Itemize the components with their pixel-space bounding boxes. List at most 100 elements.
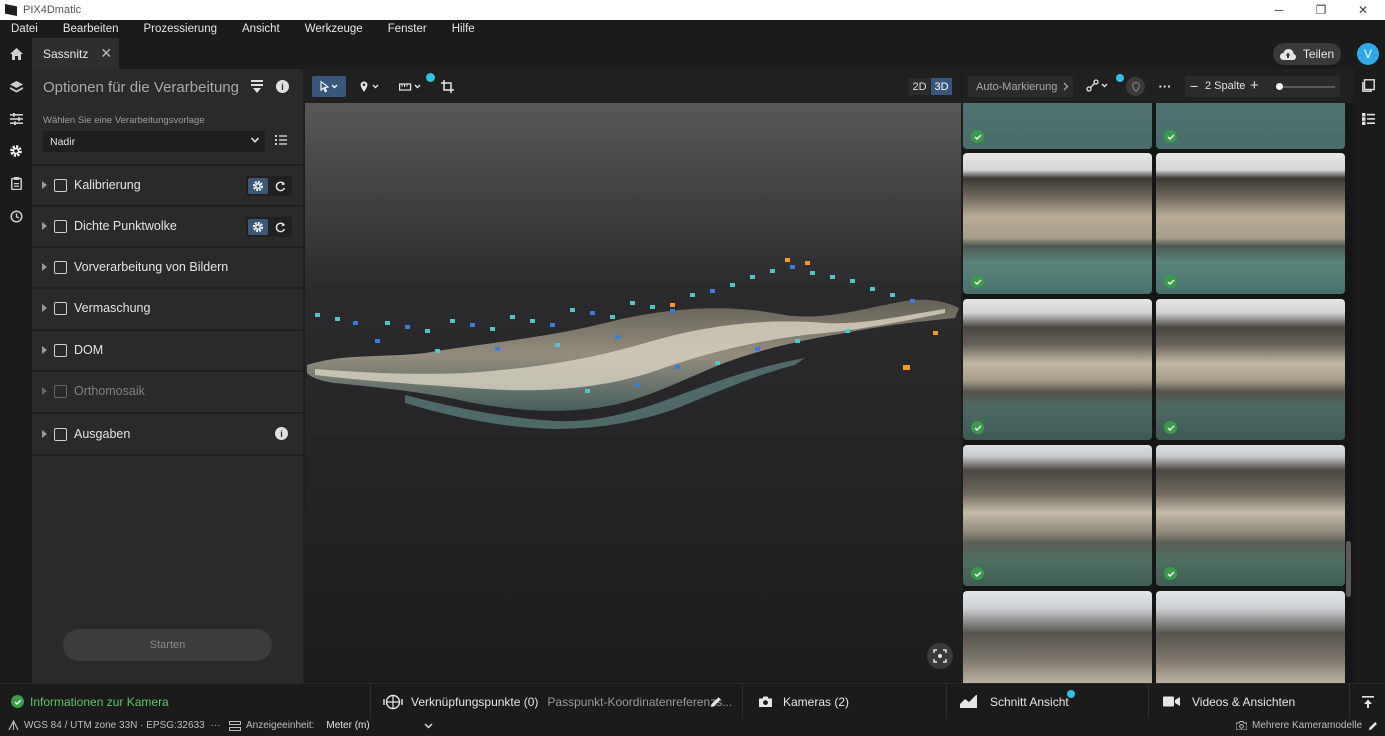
layers-icon[interactable] [8,79,24,95]
image-thumbnail[interactable] [963,299,1152,440]
step-vorverarbeitung[interactable]: Vorverarbeitung von Bildern [32,246,303,286]
step-checkbox[interactable] [54,427,67,441]
step-checkbox[interactable] [54,343,67,357]
step-checkbox[interactable] [54,260,67,274]
step-reset-button[interactable] [272,178,288,194]
home-button[interactable] [0,38,32,69]
refresh-icon [275,221,285,232]
step-vermaschung[interactable]: Vermaschung [32,287,303,327]
link-tool-button[interactable] [1086,79,1112,96]
panel-info-icon[interactable]: i [276,80,289,93]
gallery-view-icon[interactable] [1362,79,1375,95]
edit-pencil-icon[interactable] [1368,721,1378,731]
step-ausgaben[interactable]: Ausgaben i [32,412,303,456]
step-label: Vermaschung [74,301,151,315]
notification-dot [1067,690,1075,698]
expand-arrow-icon[interactable] [42,430,47,438]
columns-decrease-button[interactable]: − [1190,78,1198,94]
expand-arrow-icon[interactable] [42,387,47,395]
image-thumbnail[interactable] [1156,153,1345,294]
measure-tool-button[interactable] [397,76,427,97]
image-thumbnail[interactable] [1156,445,1345,586]
step-settings-button[interactable] [248,219,268,235]
more-options-icon[interactable]: ··· [1156,77,1174,95]
image-thumbnail[interactable] [963,445,1152,586]
menu-fenster[interactable]: Fenster [388,23,427,35]
crop-tool-button[interactable] [438,76,456,97]
step-settings-button[interactable] [248,178,268,194]
template-value: Nadir [50,135,76,148]
expand-arrow-icon[interactable] [42,346,47,354]
history-icon[interactable] [8,208,24,224]
image-thumbnail[interactable] [1156,299,1345,440]
image-thumbnail[interactable] [963,591,1152,683]
point-cloud-view[interactable] [305,103,961,683]
menu-werkzeuge[interactable]: Werkzeuge [305,23,363,35]
camera-info-section[interactable]: Informationen zur Kamera [0,684,371,719]
mode-2d-button[interactable]: 2D [909,78,930,95]
image-thumbnail[interactable] [963,103,1152,149]
step-checkbox[interactable] [54,219,67,233]
share-button[interactable]: Teilen [1273,43,1341,65]
image-thumbnail[interactable] [963,153,1152,294]
select-tool-button[interactable] [312,76,346,97]
gallery-scrollbar[interactable] [1346,541,1351,597]
menu-hilfe[interactable]: Hilfe [452,23,475,35]
crs-icon [8,720,19,731]
crs-info[interactable]: WGS 84 / UTM zone 33N · EPSG:32633 ··· [8,720,221,731]
3d-viewport[interactable] [305,103,961,683]
list-details-icon[interactable] [1362,113,1375,128]
filter-icon[interactable] [251,80,263,96]
mode-3d-button[interactable]: 3D [931,78,952,95]
image-thumbnail[interactable] [1156,591,1345,683]
restore-button[interactable]: ❐ [1301,0,1341,20]
collapse-bottom-button[interactable] [1350,684,1385,719]
camera-models[interactable]: Mehrere Kameramodelle [1236,720,1378,731]
tie-points-section[interactable]: Verknüpfungspunkte (0) Passpunkt-Koordin… [371,684,743,719]
camera-info-label: Informationen zur Kamera [30,694,169,709]
auto-marking-button[interactable]: Auto-Markierung [968,76,1073,97]
info-icon[interactable]: i [275,427,288,440]
menu-prozessierung[interactable]: Prozessierung [143,23,217,35]
expand-arrow-icon[interactable] [42,304,47,312]
step-dichte-punktwolke[interactable]: Dichte Punktwolke [32,205,303,245]
fit-view-button[interactable] [927,643,953,669]
step-checkbox[interactable] [54,178,67,192]
step-kalibrierung[interactable]: Kalibrierung [32,164,303,204]
section-view-section[interactable]: Schnitt Ansicht [947,684,1149,719]
menu-bearbeiten[interactable]: Bearbeiten [63,23,119,35]
step-dom[interactable]: DOM [32,329,303,369]
check-icon [971,130,984,143]
menu-ansicht[interactable]: Ansicht [242,23,280,35]
start-button[interactable]: Starten [63,629,272,661]
step-reset-button[interactable] [272,219,288,235]
template-list-icon[interactable] [275,134,287,149]
display-unit[interactable]: Anzeigeeinheit: Meter (m) [229,720,433,731]
marker-tool-button[interactable] [357,76,385,97]
crs-more-icon[interactable]: ··· [211,720,221,731]
tab-project[interactable]: Sassnitz ✕ [32,38,119,69]
close-window-button[interactable]: ✕ [1343,0,1383,20]
expand-arrow-icon[interactable] [42,181,47,189]
pin-mark-button[interactable] [1126,77,1145,96]
image-thumbnail[interactable] [1156,103,1345,149]
clipboard-icon[interactable] [8,175,24,191]
step-checkbox[interactable] [54,301,67,315]
videos-section[interactable]: Videos & Ansichten [1149,684,1350,719]
sliders-icon[interactable] [8,111,24,127]
expand-arrow-icon[interactable] [42,263,47,271]
cameras-section[interactable]: Kameras (2) [743,684,947,719]
edit-pencil-icon[interactable] [710,696,722,708]
columns-increase-button[interactable]: + [1250,77,1259,94]
expand-arrow-icon[interactable] [42,222,47,230]
tab-close-icon[interactable]: ✕ [100,45,112,62]
template-select[interactable]: Nadir [43,131,265,152]
slider-handle[interactable] [1276,83,1283,90]
minimize-button[interactable]: ─ [1259,0,1299,20]
user-avatar[interactable]: V [1357,43,1379,65]
menu-datei[interactable]: Datei [11,23,38,35]
processing-gear-icon[interactable] [8,143,24,159]
thumbnail-size-slider[interactable] [1276,86,1335,88]
check-icon [1164,130,1177,143]
status-bar: WGS 84 / UTM zone 33N · EPSG:32633 ··· A… [0,718,1385,736]
